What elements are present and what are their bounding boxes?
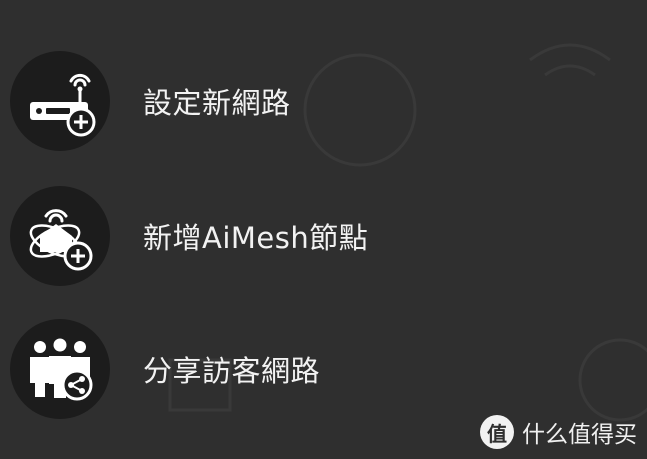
- watermark: 值 什么值得买: [480, 415, 637, 449]
- guest-share-icon: [10, 319, 110, 419]
- menu-item-add-aimesh-node[interactable]: 新增AiMesh節點: [10, 185, 570, 287]
- menu-item-share-guest-network[interactable]: 分享訪客網路: [10, 318, 570, 420]
- menu-item-setup-new-network[interactable]: 設定新網路: [10, 50, 570, 152]
- watermark-text: 什么值得买: [522, 422, 637, 448]
- menu-item-label: 設定新網路: [143, 86, 291, 120]
- aimesh-add-icon: [10, 186, 110, 286]
- menu-item-label: 分享訪客網路: [143, 354, 321, 388]
- router-add-icon: [10, 51, 110, 151]
- menu-item-label: 新增AiMesh節點: [143, 221, 369, 255]
- watermark-logo-icon: 值: [480, 415, 514, 449]
